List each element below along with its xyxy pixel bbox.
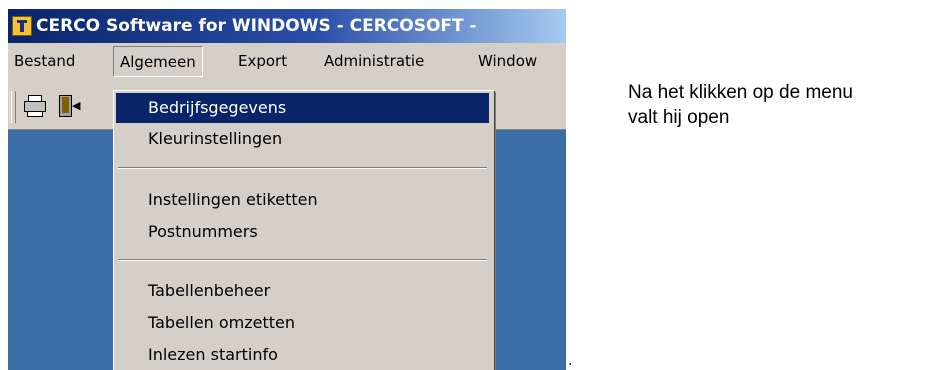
menu-export[interactable]: Export	[232, 46, 293, 77]
menu-item-tabellen-omzetten[interactable]: Tabellen omzetten	[116, 308, 489, 338]
menu-separator	[118, 167, 487, 169]
caption: Na het klikken op de menu valt hij open	[628, 80, 853, 130]
algemeen-dropdown-menu: Bedrijfsgegevens Kleurinstellingen Inste…	[113, 90, 494, 370]
menu-algemeen[interactable]: Algemeen	[113, 46, 203, 77]
printer-icon[interactable]	[22, 93, 48, 119]
cerco-app-icon[interactable]	[12, 16, 32, 36]
caption-line: valt hij open	[628, 107, 730, 128]
menu-bar: Bestand Algemeen Export Administratie Wi…	[8, 46, 566, 77]
menu-item-tabellenbeheer[interactable]: Tabellenbeheer	[116, 276, 489, 306]
menu-window[interactable]: Window	[472, 46, 543, 77]
menu-bestand[interactable]: Bestand	[8, 46, 81, 77]
menu-item-instellingen-etiketten[interactable]: Instellingen etiketten	[116, 185, 489, 215]
trailing-period: .	[568, 352, 573, 369]
screenshot: CERCO Software for WINDOWS - CERCOSOFT -…	[8, 9, 566, 370]
window-title: CERCO Software for WINDOWS - CERCOSOFT -	[36, 16, 477, 36]
menu-administratie[interactable]: Administratie	[318, 46, 430, 77]
title-bar: CERCO Software for WINDOWS - CERCOSOFT -	[8, 9, 566, 43]
menu-item-bedrijfsgegevens[interactable]: Bedrijfsgegevens	[116, 93, 489, 123]
toolbar-grip[interactable]	[11, 91, 16, 123]
caption-line: Na het klikken op de menu	[628, 82, 853, 103]
exit-door-icon[interactable]: ◀	[56, 93, 82, 119]
menu-item-inlezen-startinfo[interactable]: Inlezen startinfo	[116, 340, 489, 370]
menu-item-postnummers[interactable]: Postnummers	[116, 217, 489, 247]
menu-separator	[118, 259, 487, 261]
menu-item-kleurinstellingen[interactable]: Kleurinstellingen	[116, 124, 489, 154]
